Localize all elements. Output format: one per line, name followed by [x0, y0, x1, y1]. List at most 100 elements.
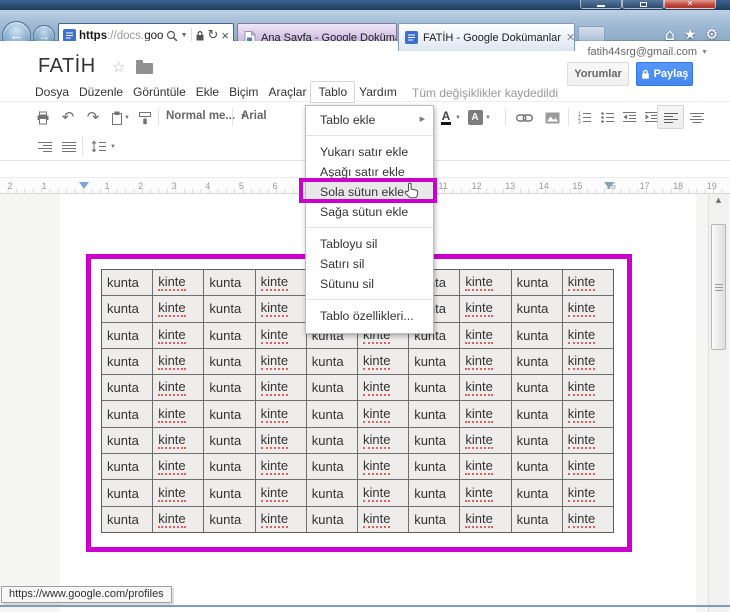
numbered-list-button[interactable]: 123: [575, 108, 593, 127]
tab-close-icon[interactable]: ✕: [566, 31, 574, 44]
menu-item-sütunu-sil[interactable]: Sütunu sil: [306, 274, 433, 294]
table-cell[interactable]: kinte: [562, 270, 613, 296]
table-cell[interactable]: kinte: [255, 480, 306, 506]
table-cell[interactable]: kunta: [409, 348, 460, 375]
comments-button[interactable]: Yorumlar: [567, 62, 629, 86]
line-spacing-button[interactable]: [90, 137, 108, 156]
table-cell[interactable]: kunta: [511, 454, 562, 480]
star-outline-icon[interactable]: ☆: [112, 58, 125, 76]
paste-dropdown-icon[interactable]: ▼: [124, 115, 130, 121]
table-cell[interactable]: kunta: [204, 427, 255, 454]
styles-dropdown[interactable]: Normal me... ▼: [166, 110, 247, 122]
menu-item-yukarı-satır-ekle[interactable]: Yukarı satır ekle: [306, 142, 433, 162]
table-cell[interactable]: kunta: [511, 506, 562, 532]
text-color-button[interactable]: A: [437, 108, 455, 127]
folder-icon[interactable]: [136, 60, 153, 74]
table-cell[interactable]: kunta: [306, 375, 357, 401]
table-cell[interactable]: kinte: [153, 296, 204, 322]
menu-tablo[interactable]: Tablo: [310, 81, 356, 103]
table-cell[interactable]: kunta: [409, 506, 460, 532]
document-title[interactable]: FATİH: [38, 55, 96, 78]
table-cell[interactable]: kinte: [255, 506, 306, 532]
table-cell[interactable]: kinte: [255, 401, 306, 427]
table-cell[interactable]: kunta: [511, 348, 562, 375]
table-cell[interactable]: kunta: [102, 480, 153, 506]
table-cell[interactable]: kunta: [511, 401, 562, 427]
table-cell[interactable]: kunta: [409, 480, 460, 506]
paint-format-button[interactable]: [135, 108, 153, 127]
outdent-button[interactable]: [620, 108, 638, 127]
undo-button[interactable]: ↶: [59, 108, 77, 127]
table-cell[interactable]: kinte: [562, 506, 613, 532]
table-cell[interactable]: kinte: [358, 348, 409, 375]
table-cell[interactable]: kinte: [460, 322, 511, 348]
table-cell[interactable]: kunta: [511, 480, 562, 506]
menu-görüntüle[interactable]: Görüntüle: [128, 82, 191, 102]
menu-dosya[interactable]: Dosya: [30, 82, 74, 102]
table-cell[interactable]: kinte: [358, 427, 409, 454]
table-cell[interactable]: kunta: [204, 296, 255, 322]
table-cell[interactable]: kunta: [306, 427, 357, 454]
table-cell[interactable]: kunta: [204, 401, 255, 427]
align-center-button[interactable]: [688, 108, 706, 127]
table-cell[interactable]: kunta: [204, 348, 255, 375]
table-cell[interactable]: kinte: [562, 401, 613, 427]
menu-item-aşağı-satır-ekle[interactable]: Aşağı satır ekle: [306, 162, 433, 182]
account-menu[interactable]: fatih44srg@gmail.com ▼: [587, 46, 708, 58]
table-cell[interactable]: kinte: [460, 454, 511, 480]
table-cell[interactable]: kinte: [358, 480, 409, 506]
table-cell[interactable]: kinte: [562, 322, 613, 348]
insert-image-button[interactable]: [543, 108, 561, 127]
table-cell[interactable]: kunta: [204, 322, 255, 348]
table-cell[interactable]: kunta: [409, 375, 460, 401]
table-cell[interactable]: kinte: [460, 427, 511, 454]
table-cell[interactable]: kinte: [255, 375, 306, 401]
highlight-dropdown-icon[interactable]: ▼: [485, 115, 491, 121]
left-indent-marker[interactable]: [79, 182, 89, 189]
table-cell[interactable]: kunta: [204, 270, 255, 296]
table-cell[interactable]: kunta: [511, 375, 562, 401]
search-icon[interactable]: [166, 30, 178, 42]
table-cell[interactable]: kinte: [153, 480, 204, 506]
table-cell[interactable]: kinte: [460, 480, 511, 506]
menu-item-tablo-ekle[interactable]: Tablo ekle ▶: [306, 110, 433, 130]
menu-item-sağa-sütun-ekle[interactable]: Sağa sütun ekle: [306, 202, 433, 222]
menu-biçim[interactable]: Biçim: [224, 82, 263, 102]
table-cell[interactable]: kinte: [153, 427, 204, 454]
table-cell[interactable]: kinte: [562, 480, 613, 506]
table-cell[interactable]: kunta: [102, 454, 153, 480]
table-cell[interactable]: kunta: [306, 401, 357, 427]
window-maximize-button[interactable]: [622, 0, 664, 9]
table-cell[interactable]: kunta: [102, 322, 153, 348]
table-cell[interactable]: kunta: [511, 427, 562, 454]
table-cell[interactable]: kunta: [306, 348, 357, 375]
table-cell[interactable]: kinte: [562, 375, 613, 401]
table-cell[interactable]: kunta: [102, 401, 153, 427]
table-cell[interactable]: kunta: [306, 480, 357, 506]
window-minimize-button[interactable]: [580, 0, 622, 9]
table-cell[interactable]: kunta: [511, 270, 562, 296]
table-cell[interactable]: kunta: [102, 270, 153, 296]
table-cell[interactable]: kunta: [102, 348, 153, 375]
insert-link-button[interactable]: [515, 108, 533, 127]
table-cell[interactable]: kinte: [562, 348, 613, 375]
table-cell[interactable]: kinte: [255, 296, 306, 322]
refresh-icon[interactable]: ↻: [208, 29, 219, 42]
table-cell[interactable]: kunta: [102, 427, 153, 454]
table-cell[interactable]: kinte: [255, 270, 306, 296]
align-left-button[interactable]: [662, 108, 680, 127]
print-button[interactable]: [34, 108, 52, 127]
table-cell[interactable]: kinte: [255, 427, 306, 454]
menu-item-tablo-özellikleri[interactable]: Tablo özellikleri...: [306, 306, 433, 326]
bullet-list-button[interactable]: [598, 108, 616, 127]
table-cell[interactable]: kinte: [255, 454, 306, 480]
table-cell[interactable]: kinte: [153, 348, 204, 375]
table-cell[interactable]: kinte: [562, 427, 613, 454]
search-dropdown-icon[interactable]: ▼: [181, 30, 188, 42]
table-cell[interactable]: kinte: [153, 506, 204, 532]
table-cell[interactable]: kinte: [358, 454, 409, 480]
table-cell[interactable]: kinte: [153, 270, 204, 296]
table-cell[interactable]: kunta: [204, 506, 255, 532]
redo-button[interactable]: ↷: [84, 108, 102, 127]
font-dropdown[interactable]: Arial: [241, 110, 267, 122]
